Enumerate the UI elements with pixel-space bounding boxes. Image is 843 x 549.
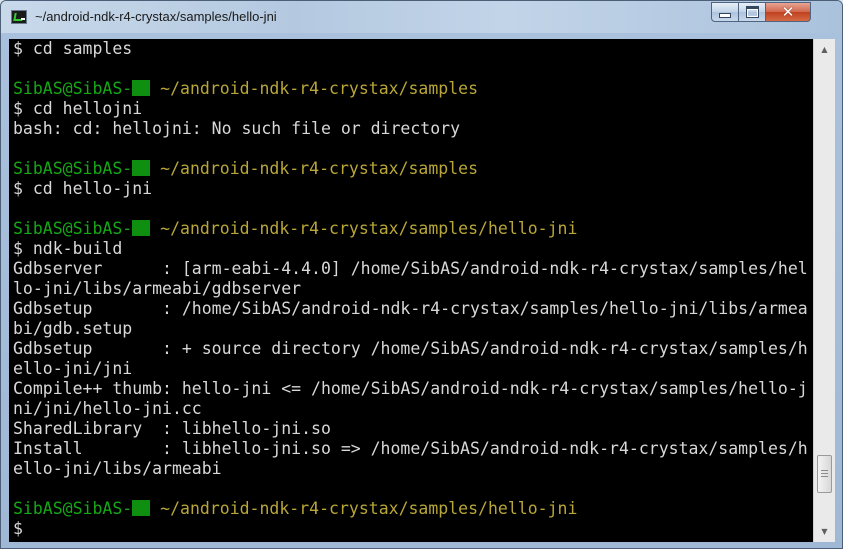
prompt-block [132, 160, 151, 176]
prompt-user-host: SibAS@SibAS- [13, 499, 133, 518]
output-line: $ cd samples [13, 39, 133, 58]
scroll-up-icon[interactable]: ▲ [816, 41, 833, 58]
prompt-path: ~/android-ndk-r4-crystax/samples/hello-j… [150, 219, 578, 238]
output-line: ni/jni/hello-jni.cc [13, 399, 202, 418]
vertical-scrollbar[interactable]: ▲ ▼ [813, 39, 835, 542]
prompt-block [132, 500, 151, 516]
prompt-user-host: SibAS@SibAS- [13, 219, 133, 238]
output-line: Gdbsetup : + source directory /home/SibA… [13, 339, 808, 358]
output-line: bi/gdb.setup [13, 319, 133, 338]
minimize-button[interactable] [711, 2, 739, 22]
terminal-lines: $ cd samples SibAS@SibAS- ~/android-ndk-r… [13, 39, 808, 539]
scroll-down-icon[interactable]: ▼ [816, 523, 833, 540]
thumb-grip [821, 473, 828, 474]
output-line: $ cd hellojni [13, 99, 143, 118]
close-icon: ✕ [781, 2, 795, 21]
output-line: ello-jni/jni [13, 359, 133, 378]
output-line: $ ndk-build [13, 239, 123, 258]
output-line: Install : libhello-jni.so => /home/SibAS… [13, 439, 808, 458]
terminal-output[interactable]: $ cd samples SibAS@SibAS- ~/android-ndk-r… [9, 39, 813, 542]
thumb-grip [821, 470, 828, 471]
window-title: ~/android-ndk-r4-crystax/samples/hello-j… [35, 9, 277, 24]
prompt-block [132, 220, 151, 236]
prompt-line: SibAS@SibAS- ~/android-ndk-r4-crystax/sa… [13, 79, 808, 99]
prompt-block [132, 80, 151, 96]
scrollbar-thumb[interactable] [817, 455, 832, 493]
output-line: bash: cd: hellojni: No such file or dire… [13, 119, 461, 138]
minimize-icon [719, 13, 731, 18]
output-line: ello-jni/libs/armeabi [13, 459, 222, 478]
output-line: Gdbserver : [arm-eabi-4.4.0] /home/SibAS… [13, 259, 808, 278]
close-button[interactable]: ✕ [765, 2, 811, 22]
thumb-grip [821, 476, 828, 477]
prompt-path: ~/android-ndk-r4-crystax/samples [150, 159, 479, 178]
terminal-icon[interactable] [11, 10, 27, 24]
output-line: SharedLibrary : libhello-jni.so [13, 419, 331, 438]
output-line: $ [13, 519, 23, 538]
output-line: lo-jni/libs/armeabi/gdbserver [13, 279, 302, 298]
prompt-line: SibAS@SibAS- ~/android-ndk-r4-crystax/sa… [13, 499, 808, 519]
prompt-user-host: SibAS@SibAS- [13, 79, 133, 98]
prompt-path: ~/android-ndk-r4-crystax/samples/hello-j… [150, 499, 578, 518]
maximize-icon [745, 6, 759, 18]
title-bar[interactable]: ~/android-ndk-r4-crystax/samples/hello-j… [1, 1, 842, 33]
prompt-line: SibAS@SibAS- ~/android-ndk-r4-crystax/sa… [13, 219, 808, 239]
maximize-button[interactable] [738, 2, 766, 22]
output-line: $ cd hello-jni [13, 179, 153, 198]
output-line: Gdbsetup : /home/SibAS/android-ndk-r4-cr… [13, 299, 808, 318]
prompt-user-host: SibAS@SibAS- [13, 159, 133, 178]
prompt-path: ~/android-ndk-r4-crystax/samples [150, 79, 479, 98]
output-line: Compile++ thumb: hello-jni <= /home/SibA… [13, 379, 808, 398]
terminal-window: ~/android-ndk-r4-crystax/samples/hello-j… [0, 0, 843, 549]
prompt-line: SibAS@SibAS- ~/android-ndk-r4-crystax/sa… [13, 159, 808, 179]
